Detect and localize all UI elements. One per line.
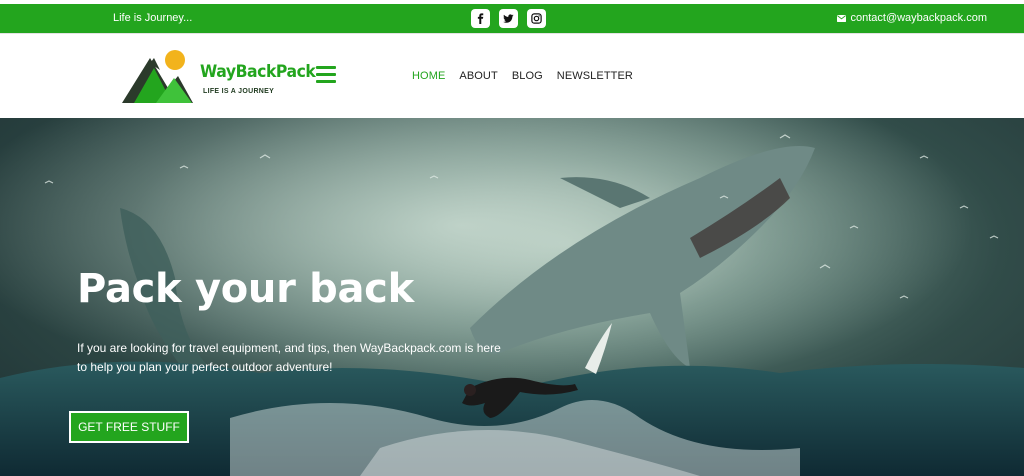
twitter-button[interactable] xyxy=(499,9,518,28)
site-logo[interactable]: WayBackPack LIFE IS A JOURNEY xyxy=(120,48,316,108)
hero-description: If you are looking for travel equipment,… xyxy=(77,341,501,374)
site-header: WayBackPack LIFE IS A JOURNEY HOME ABOUT… xyxy=(0,33,1024,118)
brand-name: WayBackPack xyxy=(200,62,316,82)
brand-tagline: LIFE IS A JOURNEY xyxy=(203,88,275,95)
nav-newsletter[interactable]: NEWSLETTER xyxy=(557,70,633,82)
envelope-icon xyxy=(837,14,847,22)
mountain-logo-icon xyxy=(122,50,193,103)
hero-title: Pack your back xyxy=(77,266,414,312)
instagram-icon xyxy=(531,13,542,24)
twitter-icon xyxy=(503,14,514,23)
instagram-button[interactable] xyxy=(527,9,546,28)
facebook-button[interactable] xyxy=(471,9,490,28)
tagline: Life is Journey... xyxy=(113,12,193,24)
hero-section: Pack your back If you are looking for tr… xyxy=(0,118,1024,476)
nav-home[interactable]: HOME xyxy=(412,70,445,82)
contact-email: contact@waybackpack.com xyxy=(850,12,987,24)
facebook-icon xyxy=(477,13,484,24)
menu-toggle-icon[interactable] xyxy=(316,66,336,83)
nav-blog[interactable]: BLOG xyxy=(512,70,543,82)
top-bar: Life is Journey... contact@waybackpack.c… xyxy=(0,4,1024,33)
get-free-stuff-button[interactable]: GET FREE STUFF xyxy=(69,411,189,443)
nav-about[interactable]: ABOUT xyxy=(459,70,497,82)
social-links xyxy=(471,9,546,28)
contact-email-link[interactable]: contact@waybackpack.com xyxy=(837,12,987,24)
main-nav: HOME ABOUT BLOG NEWSLETTER xyxy=(412,70,633,82)
